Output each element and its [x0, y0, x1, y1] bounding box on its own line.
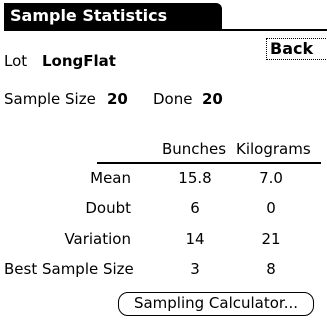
- row-label-variation: Variation: [64, 230, 131, 248]
- lot-value: LongFlat: [42, 52, 116, 70]
- sample-statistics-screen: Sample Statistics Back Lot LongFlat Samp…: [0, 0, 327, 327]
- table-header-rule: [97, 162, 321, 164]
- cell-variation-kilograms: 21: [261, 230, 281, 248]
- cell-variation-bunches: 14: [185, 230, 205, 248]
- sample-size-value: 20: [107, 90, 128, 108]
- cell-mean-bunches: 15.8: [178, 169, 212, 187]
- row-label-mean: Mean: [90, 169, 131, 187]
- cell-best-sample-size-bunches: 3: [190, 260, 200, 278]
- lot-label: Lot: [4, 52, 28, 70]
- cell-mean-kilograms: 7.0: [259, 169, 283, 187]
- sampling-calculator-button[interactable]: Sampling Calculator...: [118, 292, 314, 316]
- cell-best-sample-size-kilograms: 8: [266, 260, 276, 278]
- column-header-kilograms: Kilograms: [236, 140, 311, 158]
- sample-size-label: Sample Size: [4, 90, 96, 108]
- title-divider: [4, 29, 327, 31]
- screen-title: Sample Statistics: [4, 3, 222, 29]
- cell-doubt-kilograms: 0: [266, 199, 276, 217]
- done-value: 20: [202, 90, 223, 108]
- column-header-bunches: Bunches: [162, 140, 227, 158]
- cell-doubt-bunches: 6: [190, 199, 200, 217]
- row-label-doubt: Doubt: [85, 199, 131, 217]
- done-label: Done: [153, 90, 193, 108]
- row-label-best-sample-size: Best Sample Size: [4, 260, 134, 278]
- back-button[interactable]: Back: [266, 38, 326, 60]
